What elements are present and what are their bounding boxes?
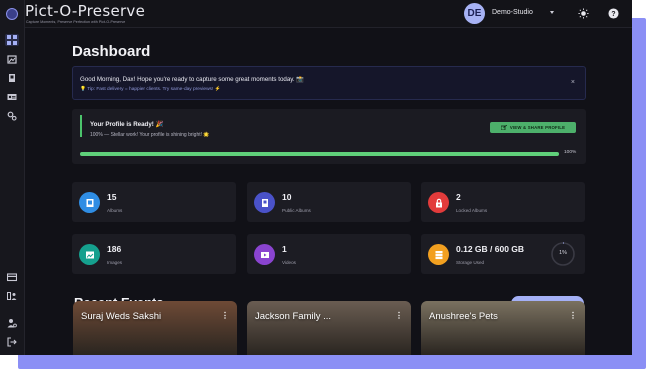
close-icon[interactable]: × xyxy=(571,79,575,86)
profile-title: Your Profile is Ready! 🎉 xyxy=(90,121,164,128)
photo-icon xyxy=(85,251,94,258)
sidebar-item-billing[interactable] xyxy=(5,271,19,283)
sidebar-item-account[interactable] xyxy=(5,317,19,329)
stat-icon-badge xyxy=(428,192,449,213)
event-card[interactable]: Jackson Family ... ⋮ xyxy=(247,301,411,355)
stat-value: 0.12 GB / 600 GB xyxy=(456,244,525,254)
profile-progress-bar xyxy=(80,152,559,156)
stat-icon-badge xyxy=(254,244,275,265)
stat-label: Storage Used xyxy=(456,260,485,265)
help-circle-icon[interactable]: ? xyxy=(608,8,619,19)
stat-card-public-albums[interactable]: 10 Public Albums xyxy=(247,182,411,222)
profile-progress-fill xyxy=(80,152,559,156)
event-title: Suraj Weds Sakshi xyxy=(81,311,162,322)
stat-label: Locked Albums xyxy=(456,208,488,213)
stat-value: 15 xyxy=(107,192,117,202)
video-icon xyxy=(260,251,269,258)
studio-name[interactable]: Demo-Studio xyxy=(492,9,533,16)
event-card[interactable]: Anushree's Pets ⋮ xyxy=(421,301,585,355)
gears-icon xyxy=(7,111,17,121)
users-icon xyxy=(7,292,17,300)
stat-card-locked-albums[interactable]: 2 Locked Albums xyxy=(421,182,585,222)
avatar[interactable]: DE xyxy=(464,3,485,24)
brand-title: Pict-O-Preserve xyxy=(25,2,146,20)
greeting-tip: 💡 Tip: Fast delivery = happier clients. … xyxy=(80,87,221,92)
logout-icon xyxy=(7,337,17,347)
greeting-text: Good Morning, Dax! Hope you're ready to … xyxy=(80,76,305,83)
sidebar-item-events[interactable] xyxy=(5,91,19,103)
page-title: Dashboard xyxy=(72,43,151,60)
stat-card-videos[interactable]: 1 Videos xyxy=(247,234,411,274)
greeting-banner: Good Morning, Dax! Hope you're ready to … xyxy=(72,66,586,100)
stat-card-albums[interactable]: 15 Albums xyxy=(72,182,236,222)
stat-icon-badge xyxy=(79,244,100,265)
image-icon xyxy=(86,198,93,207)
card-icon xyxy=(7,273,17,282)
stat-icon-badge xyxy=(254,192,275,213)
stat-card-storage[interactable]: 0.12 GB / 600 GB Storage Used 1% xyxy=(421,234,585,274)
grid-icon xyxy=(7,35,17,45)
svg-text:?: ? xyxy=(611,11,615,18)
stat-value: 2 xyxy=(456,192,461,202)
event-title: Jackson Family ... xyxy=(255,311,332,322)
event-card[interactable]: Suraj Weds Sakshi ⋮ xyxy=(73,301,237,355)
sidebar-item-dashboard[interactable] xyxy=(5,34,19,46)
storage-ring-label: 1% xyxy=(559,250,567,256)
stat-label: Videos xyxy=(282,260,296,265)
id-card-icon xyxy=(7,94,17,100)
sidebar xyxy=(0,0,25,355)
sidebar-item-logout[interactable] xyxy=(5,336,19,348)
brand[interactable]: Pict-O-Preserve Capture Moments, Preserv… xyxy=(25,3,145,24)
book-icon xyxy=(261,198,268,207)
stat-value: 1 xyxy=(282,244,287,254)
more-vert-icon[interactable]: ⋮ xyxy=(569,311,577,320)
stat-label: Public Albums xyxy=(282,208,311,213)
book-icon xyxy=(9,74,15,82)
stat-icon-badge xyxy=(428,244,449,265)
stat-label: Albums xyxy=(107,208,123,213)
view-share-profile-label: VIEW & SHARE PROFILE xyxy=(509,125,566,130)
user-cog-icon xyxy=(7,319,17,328)
stat-label: Images xyxy=(107,260,123,265)
app-logo-icon[interactable] xyxy=(6,8,18,20)
stat-value: 186 xyxy=(107,244,122,254)
profile-progress-label: 100% xyxy=(564,150,577,155)
sidebar-item-albums[interactable] xyxy=(5,53,19,65)
view-share-profile-button[interactable]: VIEW & SHARE PROFILE xyxy=(490,122,576,133)
storage-icon xyxy=(435,250,442,259)
stat-card-images[interactable]: 186 Images xyxy=(72,234,236,274)
stat-icon-badge xyxy=(79,192,100,213)
more-vert-icon[interactable]: ⋮ xyxy=(221,311,229,320)
brand-tagline: Capture Moments, Preserve Perfection wit… xyxy=(26,20,126,24)
profile-card: Your Profile is Ready! 🎉 100% — Stellar … xyxy=(72,109,586,164)
app-window: Pict-O-Preserve Capture Moments, Preserv… xyxy=(0,0,632,355)
sun-icon[interactable] xyxy=(578,8,589,19)
sidebar-item-team[interactable] xyxy=(5,290,19,302)
share-icon xyxy=(500,125,507,130)
stat-value: 10 xyxy=(282,192,292,202)
more-vert-icon[interactable]: ⋮ xyxy=(395,311,403,320)
sidebar-item-public-albums[interactable] xyxy=(5,72,19,84)
sidebar-item-settings[interactable] xyxy=(5,110,19,122)
chevron-down-icon[interactable] xyxy=(550,11,554,14)
profile-subtitle: 100% — Stellar work! Your profile is shi… xyxy=(90,132,210,138)
event-title: Anushree's Pets xyxy=(429,311,498,322)
lock-icon xyxy=(435,198,442,207)
profile-accent-bar xyxy=(80,115,82,137)
images-icon xyxy=(7,55,17,64)
